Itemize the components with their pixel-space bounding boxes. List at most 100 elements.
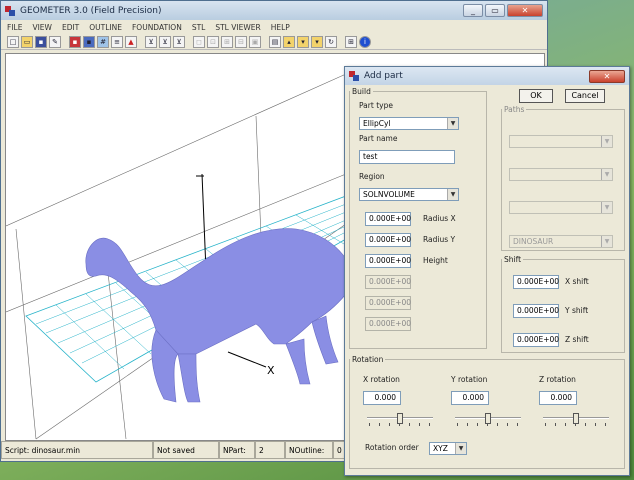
minimize-button[interactable]: _ (463, 4, 483, 17)
menu-outline[interactable]: OUTLINE (89, 23, 122, 32)
chevron-down-icon: ▼ (447, 118, 458, 129)
rotation-order-select[interactable]: XYZ ▼ (429, 442, 467, 455)
edit-pencil-icon[interactable]: ✎ (49, 35, 61, 48)
param-4-input: 0.000E+00 (365, 275, 411, 289)
select-icon[interactable]: ◻ (193, 35, 205, 48)
import-stl-icon[interactable]: ▾ (311, 35, 323, 48)
app-icon (5, 5, 16, 16)
x-rotation-slider-thumb[interactable] (397, 413, 403, 424)
y-rotation-slider-thumb[interactable] (485, 413, 491, 424)
path-select-2: ▼ (509, 168, 613, 181)
y-shift-input[interactable]: 0.000E+00 (513, 304, 559, 318)
menu-stl-viewer[interactable]: STL VIEWER (215, 23, 260, 32)
import-icon[interactable]: ▾ (297, 35, 309, 48)
y-rotation-input[interactable]: 0.000 (451, 391, 489, 405)
z-rotation-input[interactable]: 0.000 (539, 391, 577, 405)
status-saved: Not saved (153, 441, 219, 459)
menu-foundation[interactable]: FOUNDATION (132, 23, 182, 32)
z-shift-label: Z shift (565, 335, 589, 344)
region-select[interactable]: SOLNVOLUME ▼ (359, 188, 459, 201)
filter-y-icon[interactable]: ⊻ (159, 35, 171, 48)
dialog-titlebar[interactable]: Add part ✕ (345, 67, 629, 85)
zoom-in-icon[interactable]: ⊞ (221, 35, 233, 48)
cancel-button[interactable]: Cancel (565, 89, 605, 103)
zoom-box-icon[interactable]: ⊡ (207, 35, 219, 48)
dialog-app-icon (349, 71, 360, 81)
z-rotation-slider-thumb[interactable] (573, 413, 579, 424)
rotation-legend: Rotation (352, 355, 384, 364)
shift-legend: Shift (504, 255, 522, 264)
axis-x-label: X (267, 364, 275, 377)
fit-icon[interactable]: ▣ (249, 35, 261, 48)
x-shift-label: X shift (565, 277, 589, 286)
y-rotation-slider[interactable] (455, 413, 521, 427)
z-rotation-slider[interactable] (543, 413, 609, 427)
chevron-down-icon: ▼ (455, 443, 466, 454)
height-input[interactable]: 0.000E+00 (365, 254, 411, 268)
part-name-input[interactable]: test (359, 150, 455, 164)
paths-legend: Paths (504, 105, 525, 114)
save-icon[interactable]: ▪ (35, 35, 47, 48)
menu-stl[interactable]: STL (192, 23, 206, 32)
z-rotation-label: Z rotation (539, 375, 576, 384)
rotation-order-label: Rotation order (365, 443, 419, 452)
build-legend: Build (352, 87, 371, 96)
chart-icon[interactable]: ▲ (125, 35, 137, 48)
status-noutline-label: NOutline: (285, 441, 333, 459)
menu-file[interactable]: FILE (7, 23, 22, 32)
page-icon[interactable]: ▤ (269, 35, 281, 48)
chevron-down-icon: ▼ (601, 169, 612, 180)
chevron-down-icon: ▼ (601, 202, 612, 213)
radius-y-input[interactable]: 0.000E+00 (365, 233, 411, 247)
export-icon[interactable]: ▴ (283, 35, 295, 48)
region-icon[interactable]: ▪ (83, 35, 95, 48)
menu-view[interactable]: VIEW (32, 23, 52, 32)
param-6-input: 0.000E+00 (365, 317, 411, 331)
x-shift-input[interactable]: 0.000E+00 (513, 275, 559, 289)
new-file-icon[interactable]: □ (7, 35, 19, 48)
menu-help[interactable]: HELP (271, 23, 290, 32)
param-5-input: 0.000E+00 (365, 296, 411, 310)
path-select-1: ▼ (509, 135, 613, 148)
add-part-dialog: Add part ✕ OK Cancel Build Part type Ell… (344, 66, 630, 476)
main-window-title: GEOMETER 3.0 (Field Precision) (20, 5, 162, 16)
list-icon[interactable]: ≡ (111, 35, 123, 48)
chevron-down-icon: ▼ (447, 189, 458, 200)
zoom-out-icon[interactable]: ⊟ (235, 35, 247, 48)
grid-icon[interactable]: # (97, 35, 109, 48)
calculator-icon[interactable]: ⊞ (345, 35, 357, 48)
y-shift-label: Y shift (565, 306, 589, 315)
dialog-title: Add part (364, 71, 403, 81)
z-shift-input[interactable]: 0.000E+00 (513, 333, 559, 347)
radius-x-label: Radius X (423, 214, 456, 223)
part-color-icon[interactable]: ▪ (69, 35, 81, 48)
x-rotation-label: X rotation (363, 375, 400, 384)
menu-edit[interactable]: EDIT (62, 23, 79, 32)
dialog-close-button[interactable]: ✕ (589, 69, 625, 83)
x-rotation-slider[interactable] (367, 413, 433, 427)
radius-x-input[interactable]: 0.000E+00 (365, 212, 411, 226)
ok-button[interactable]: OK (519, 89, 553, 103)
filter-z-icon[interactable]: ⊻ (173, 35, 185, 48)
chevron-down-icon: ▼ (601, 236, 612, 247)
filter-x-icon[interactable]: ⊻ (145, 35, 157, 48)
menu-bar: FILE VIEW EDIT OUTLINE FOUNDATION STL ST… (1, 20, 547, 34)
x-rotation-input[interactable]: 0.000 (363, 391, 401, 405)
info-icon[interactable]: i (359, 35, 371, 48)
close-button[interactable]: ✕ (507, 4, 543, 17)
status-npart-label: NPart: (219, 441, 255, 459)
region-value: SOLNVOLUME (363, 190, 415, 199)
main-titlebar[interactable]: GEOMETER 3.0 (Field Precision) _ ▭ ✕ (1, 1, 547, 20)
part-type-value: EllipCyl (363, 119, 391, 128)
status-script: Script: dinosaur.min (1, 441, 153, 459)
part-type-label: Part type (359, 101, 393, 110)
path-select-4-value: DINOSAUR (513, 237, 554, 246)
open-folder-icon[interactable]: ▭ (21, 35, 33, 48)
path-select-4: DINOSAUR ▼ (509, 235, 613, 248)
rotation-order-value: XYZ (433, 444, 448, 453)
maximize-button[interactable]: ▭ (485, 4, 505, 17)
rotate-icon[interactable]: ↻ (325, 35, 337, 48)
path-select-3: ▼ (509, 201, 613, 214)
radius-y-label: Radius Y (423, 235, 456, 244)
part-type-select[interactable]: EllipCyl ▼ (359, 117, 459, 130)
